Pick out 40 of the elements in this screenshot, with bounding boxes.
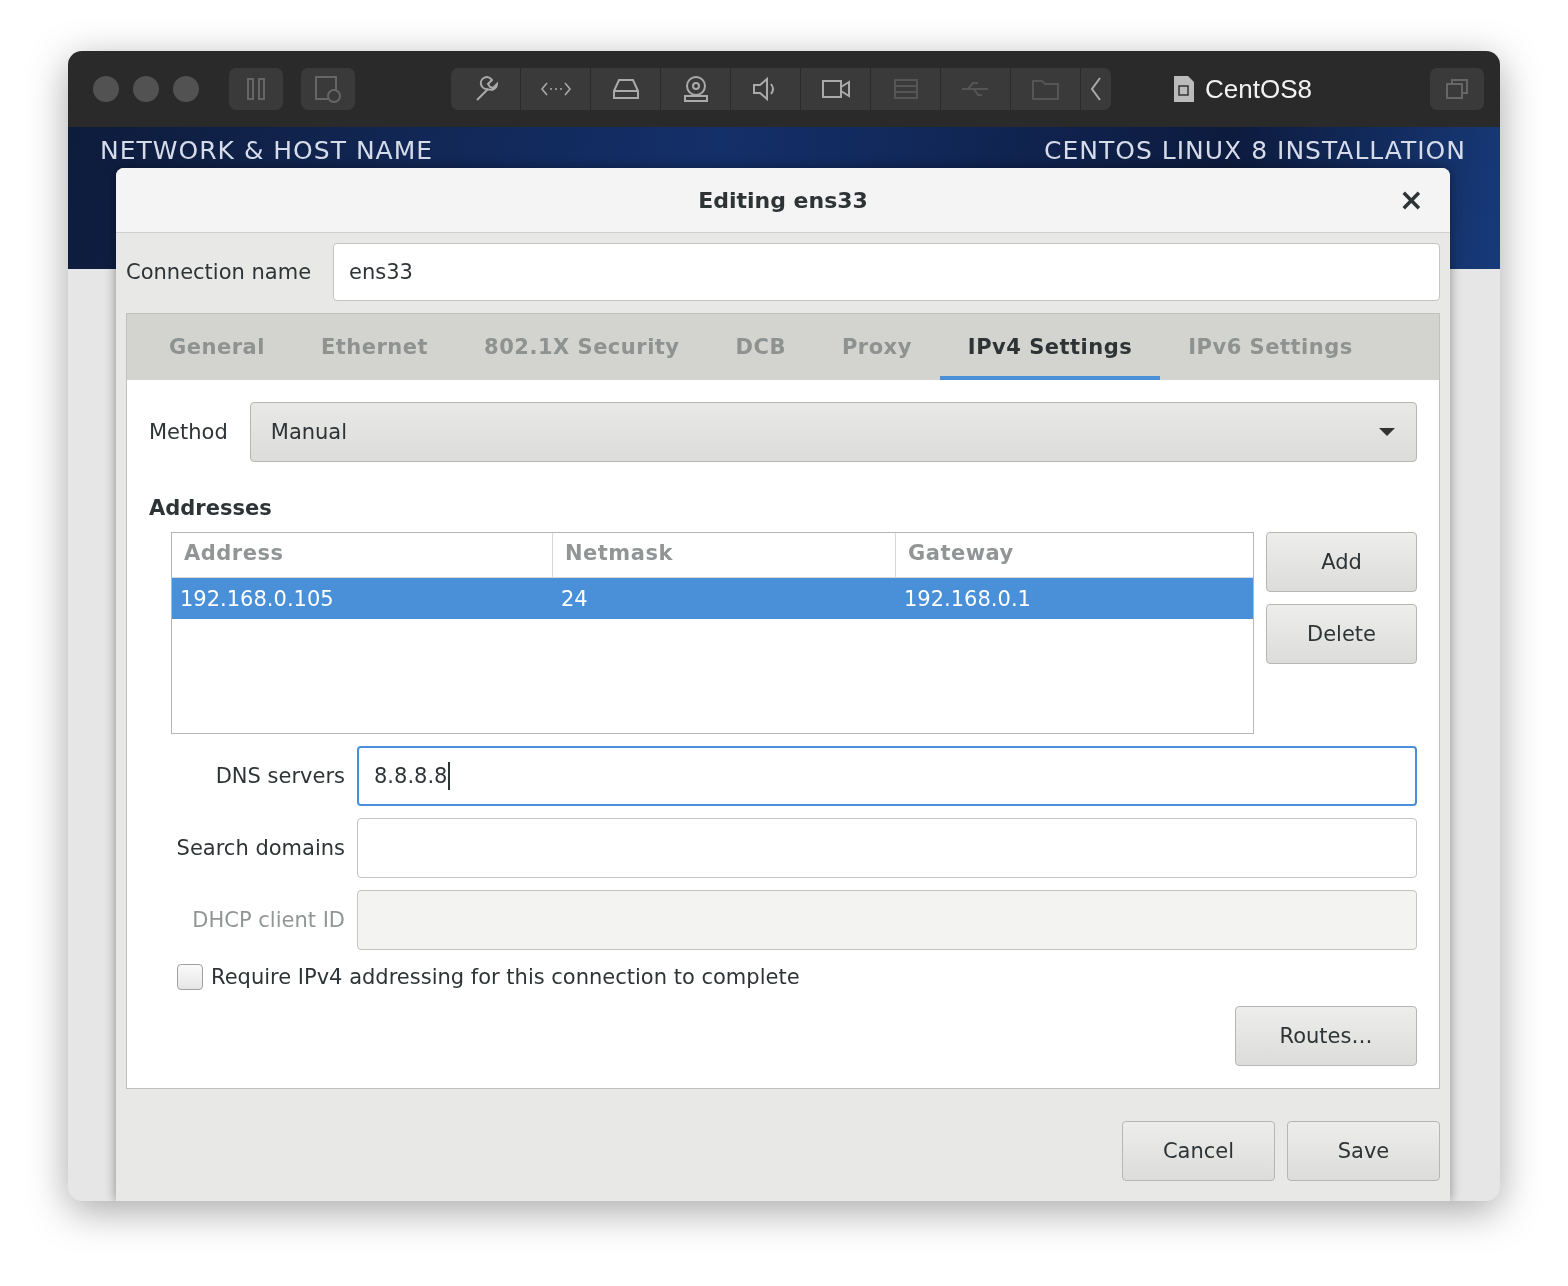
field-label: Search domains [175, 836, 345, 860]
field-label: DNS servers [214, 764, 345, 788]
routes-button[interactable]: Routes… [1235, 1006, 1417, 1066]
close-button[interactable]: × [1394, 182, 1428, 217]
cancel-button[interactable]: Cancel [1122, 1121, 1275, 1181]
table-cell-text: 24 [560, 586, 589, 611]
snapshot-button[interactable] [301, 68, 355, 110]
chevron-left-icon [1089, 76, 1103, 102]
dialog-title: Editing ens33 [698, 187, 868, 213]
table-cell-text: 192.168.0.1 [903, 586, 1032, 611]
field-label: Method [149, 420, 228, 444]
field-label: Connection name [126, 260, 312, 284]
add-button[interactable]: Add [1266, 532, 1417, 592]
dropdown-arrow-icon [1378, 427, 1396, 437]
text-field[interactable] [357, 818, 1417, 878]
table-cell-text: 192.168.0.105 [179, 586, 335, 611]
minimize-window-button[interactable] [133, 76, 159, 102]
list-icon [891, 77, 920, 101]
pause-button[interactable] [229, 68, 283, 110]
video-camera-icon [819, 77, 852, 101]
checkbox-label: Require IPv4 addressing for this connection to complete [211, 965, 800, 989]
field-label: DHCP client ID [191, 908, 345, 932]
zoom-window-button[interactable] [173, 76, 199, 102]
windows-icon [1444, 77, 1470, 101]
text-field[interactable]: 8.8.8.8 [357, 746, 1417, 806]
tab[interactable]: IPv4 Settings [939, 314, 1161, 380]
drive-icon [610, 77, 641, 101]
snapshot-icon [313, 74, 343, 104]
section-title: NETWORK & HOST NAME [100, 136, 434, 166]
product-title: CENTOS LINUX 8 INSTALLATION [1044, 136, 1466, 166]
document-icon [1173, 75, 1195, 103]
window-title: CentOS8 [1205, 73, 1312, 105]
delete-button[interactable]: Delete [1266, 604, 1417, 664]
close-window-button[interactable] [93, 76, 119, 102]
connection-name-field[interactable]: ens33 [333, 243, 1440, 301]
method-dropdown[interactable]: Manual [249, 402, 1417, 462]
fullscreen-button[interactable] [1430, 68, 1484, 110]
section-heading: Addresses [149, 496, 273, 520]
save-button[interactable]: Save [1287, 1121, 1440, 1181]
checkbox[interactable] [177, 964, 203, 990]
